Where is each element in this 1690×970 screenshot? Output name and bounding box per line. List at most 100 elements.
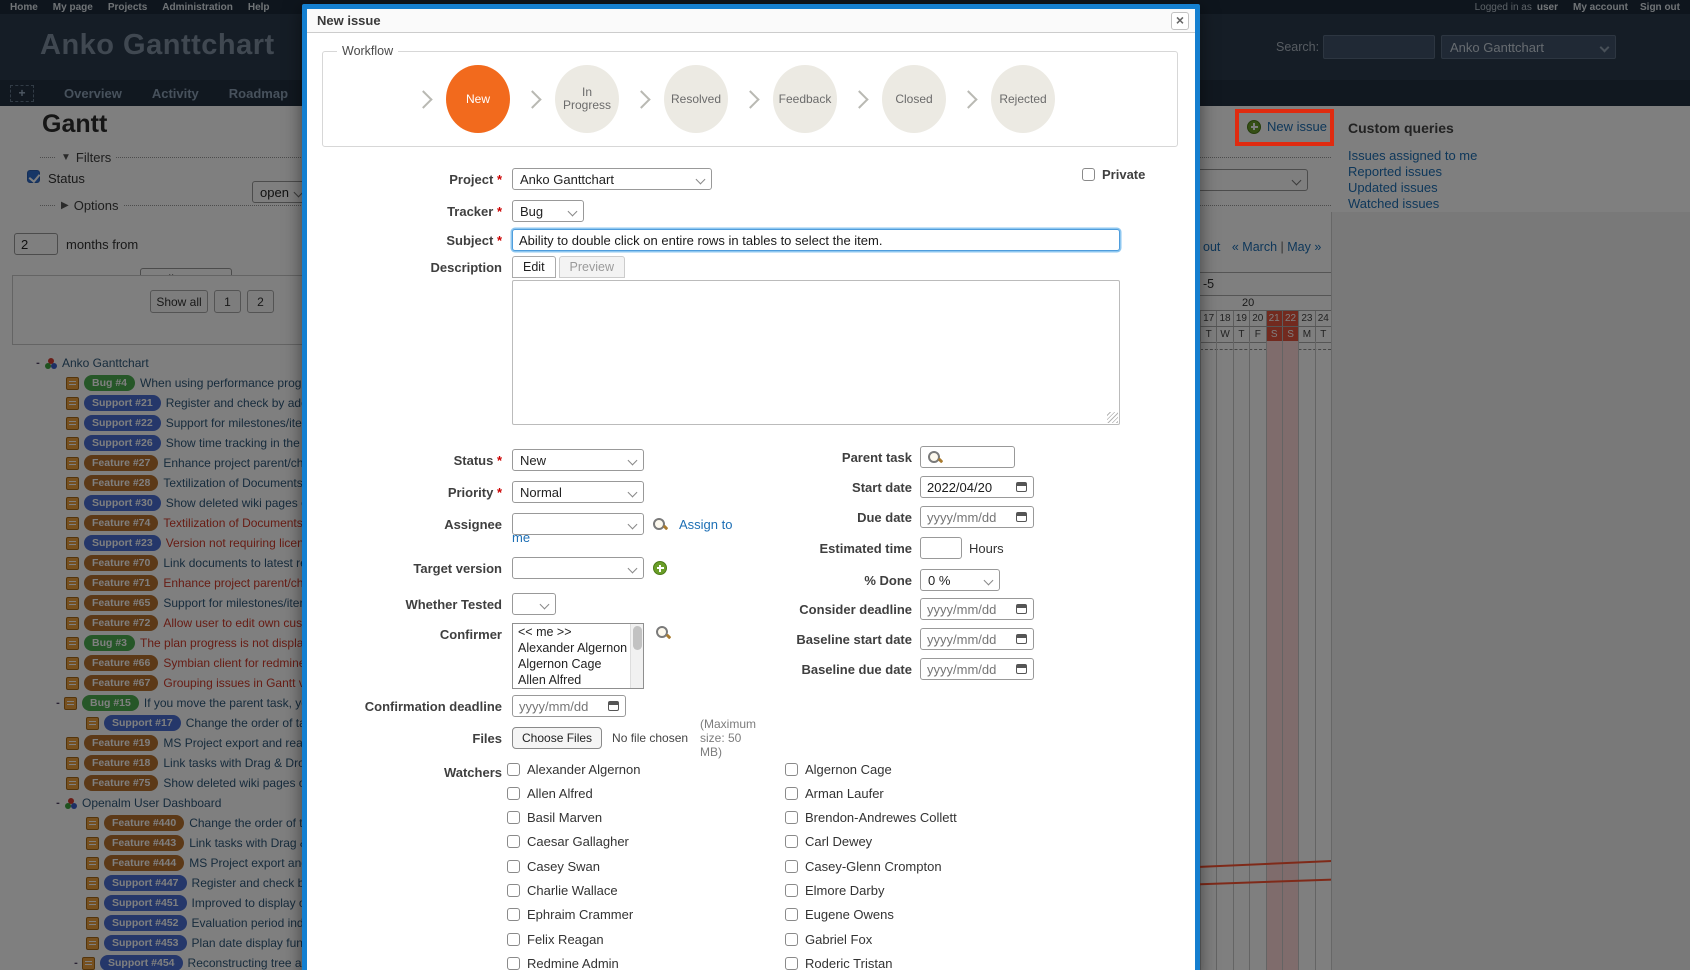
resize-grip-icon[interactable]	[1107, 412, 1118, 423]
target-version-label: Target version	[317, 561, 502, 576]
description-textarea[interactable]	[512, 280, 1120, 425]
file-size-hint: (Maximum size: 50 MB)	[700, 717, 756, 759]
done-ratio-label: % Done	[717, 573, 912, 588]
assign-to-me-link[interactable]: me	[512, 530, 530, 545]
workflow-step-wrap: New	[401, 65, 510, 133]
search-icon[interactable]	[652, 517, 667, 532]
confirmer-option[interactable]: << me >>	[513, 624, 643, 640]
workflow-steps: New In Progress Resolved Feedback	[323, 52, 1177, 146]
watcher-checkbox[interactable]	[785, 860, 798, 873]
baseline-start-date-label: Baseline start date	[717, 632, 912, 647]
confirmer-listbox[interactable]: << me >>Alexander AlgernonAlgernon CageA…	[512, 623, 644, 689]
priority-select[interactable]: Normal	[512, 481, 644, 503]
baseline-start-date-input[interactable]: yyyy/mm/dd	[920, 628, 1034, 650]
watcher-name: Felix Reagan	[527, 932, 604, 947]
files-label: Files	[317, 731, 502, 746]
confirmer-option[interactable]: Algernon Cage	[513, 656, 643, 672]
done-ratio-row: % Done 0 %	[717, 569, 1000, 591]
watcher-checkbox[interactable]	[785, 957, 798, 970]
watcher-name: Alexander Algernon	[527, 762, 640, 777]
estimated-time-label: Estimated time	[717, 541, 912, 556]
search-icon[interactable]	[927, 450, 942, 465]
whether-tested-select[interactable]	[512, 593, 556, 615]
watcher-checkbox[interactable]	[785, 763, 798, 776]
confirmation-deadline-input[interactable]: yyyy/mm/dd	[512, 695, 626, 717]
tab-preview[interactable]: Preview	[559, 256, 625, 278]
watcher-row: Brendon-Andrewes Collett	[785, 810, 957, 826]
workflow-step: Rejected	[991, 65, 1055, 133]
parent-task-input[interactable]	[920, 446, 1015, 468]
assignee-select[interactable]	[512, 513, 644, 535]
status-row: Status New	[317, 449, 644, 471]
watcher-checkbox[interactable]	[785, 933, 798, 946]
calendar-icon[interactable]	[1016, 634, 1027, 644]
workflow-fieldset: Workflow New In Progress Resolved	[322, 51, 1178, 147]
private-checkbox[interactable]	[1082, 168, 1095, 181]
watcher-checkbox[interactable]	[785, 835, 798, 848]
confirmation-deadline-row: Confirmation deadline yyyy/mm/dd	[317, 695, 626, 717]
subject-label: Subject	[317, 233, 502, 248]
start-date-label: Start date	[717, 480, 912, 495]
calendar-icon[interactable]	[1016, 512, 1027, 522]
project-select[interactable]: Anko Ganttchart	[512, 168, 712, 190]
watcher-checkbox[interactable]	[507, 787, 520, 800]
watcher-checkbox[interactable]	[507, 835, 520, 848]
watcher-checkbox[interactable]	[507, 908, 520, 921]
watcher-checkbox[interactable]	[507, 933, 520, 946]
status-select[interactable]: New	[512, 449, 644, 471]
confirmer-option[interactable]: Allen Alfred	[513, 672, 643, 688]
workflow-legend: Workflow	[337, 44, 398, 58]
calendar-icon[interactable]	[1016, 664, 1027, 674]
watcher-checkbox[interactable]	[785, 884, 798, 897]
estimated-time-input[interactable]	[920, 537, 962, 559]
watcher-row: Caesar Gallagher	[507, 834, 629, 850]
watcher-checkbox[interactable]	[785, 908, 798, 921]
dialog-title-bar: New issue ×	[307, 9, 1195, 33]
watcher-name: Basil Marven	[527, 810, 602, 825]
watcher-checkbox[interactable]	[507, 811, 520, 824]
due-date-label: Due date	[717, 510, 912, 525]
watcher-checkbox[interactable]	[507, 884, 520, 897]
tracker-label: Tracker	[317, 204, 502, 219]
private-row: Private	[1082, 163, 1145, 185]
tab-edit[interactable]: Edit	[512, 256, 556, 278]
choose-files-button[interactable]: Choose Files	[512, 727, 602, 749]
watcher-checkbox[interactable]	[507, 860, 520, 873]
confirmer-option[interactable]: Alexander Algernon	[513, 640, 643, 656]
subject-input[interactable]	[512, 229, 1120, 251]
baseline-due-date-input[interactable]: yyyy/mm/dd	[920, 658, 1034, 680]
annotation-highlight-box	[1235, 109, 1334, 146]
target-version-select[interactable]	[512, 557, 644, 579]
search-icon[interactable]	[655, 625, 670, 640]
watcher-name: Casey-Glenn Crompton	[805, 859, 942, 874]
watchers-label: Watchers	[317, 765, 502, 780]
workflow-step: In Progress	[555, 65, 619, 133]
watcher-row: Charlie Wallace	[507, 883, 618, 899]
description-label-row: Description	[317, 256, 512, 278]
due-date-input[interactable]: yyyy/mm/dd	[920, 506, 1034, 528]
watcher-checkbox[interactable]	[507, 763, 520, 776]
watcher-checkbox[interactable]	[785, 787, 798, 800]
watchers-label-row: Watchers	[317, 761, 512, 783]
add-version-icon[interactable]	[653, 561, 667, 575]
tracker-select[interactable]: Bug	[512, 200, 584, 222]
calendar-icon[interactable]	[1016, 604, 1027, 614]
workflow-step-wrap: Feedback	[728, 65, 837, 133]
close-icon[interactable]: ×	[1171, 12, 1189, 30]
watcher-row: Ephraim Crammer	[507, 907, 633, 923]
calendar-icon[interactable]	[1016, 482, 1027, 492]
consider-deadline-input[interactable]: yyyy/mm/dd	[920, 598, 1034, 620]
watcher-checkbox[interactable]	[785, 811, 798, 824]
calendar-icon[interactable]	[608, 701, 619, 711]
scrollbar[interactable]	[630, 624, 643, 688]
files-row: Files Choose Files No file chosen (Maxim…	[317, 727, 688, 749]
watcher-name: Ephraim Crammer	[527, 907, 633, 922]
watcher-name: Elmore Darby	[805, 883, 884, 898]
watcher-row: Roderic Tristan	[785, 955, 892, 970]
baseline-start-date-row: Baseline start date yyyy/mm/dd	[717, 628, 1034, 650]
watcher-checkbox[interactable]	[507, 957, 520, 970]
new-issue-dialog: New issue × Workflow New In Progress	[302, 4, 1200, 970]
done-ratio-select[interactable]: 0 %	[920, 569, 1000, 591]
start-date-input[interactable]: 2022/04/20	[920, 476, 1034, 498]
consider-deadline-label: Consider deadline	[717, 602, 912, 617]
